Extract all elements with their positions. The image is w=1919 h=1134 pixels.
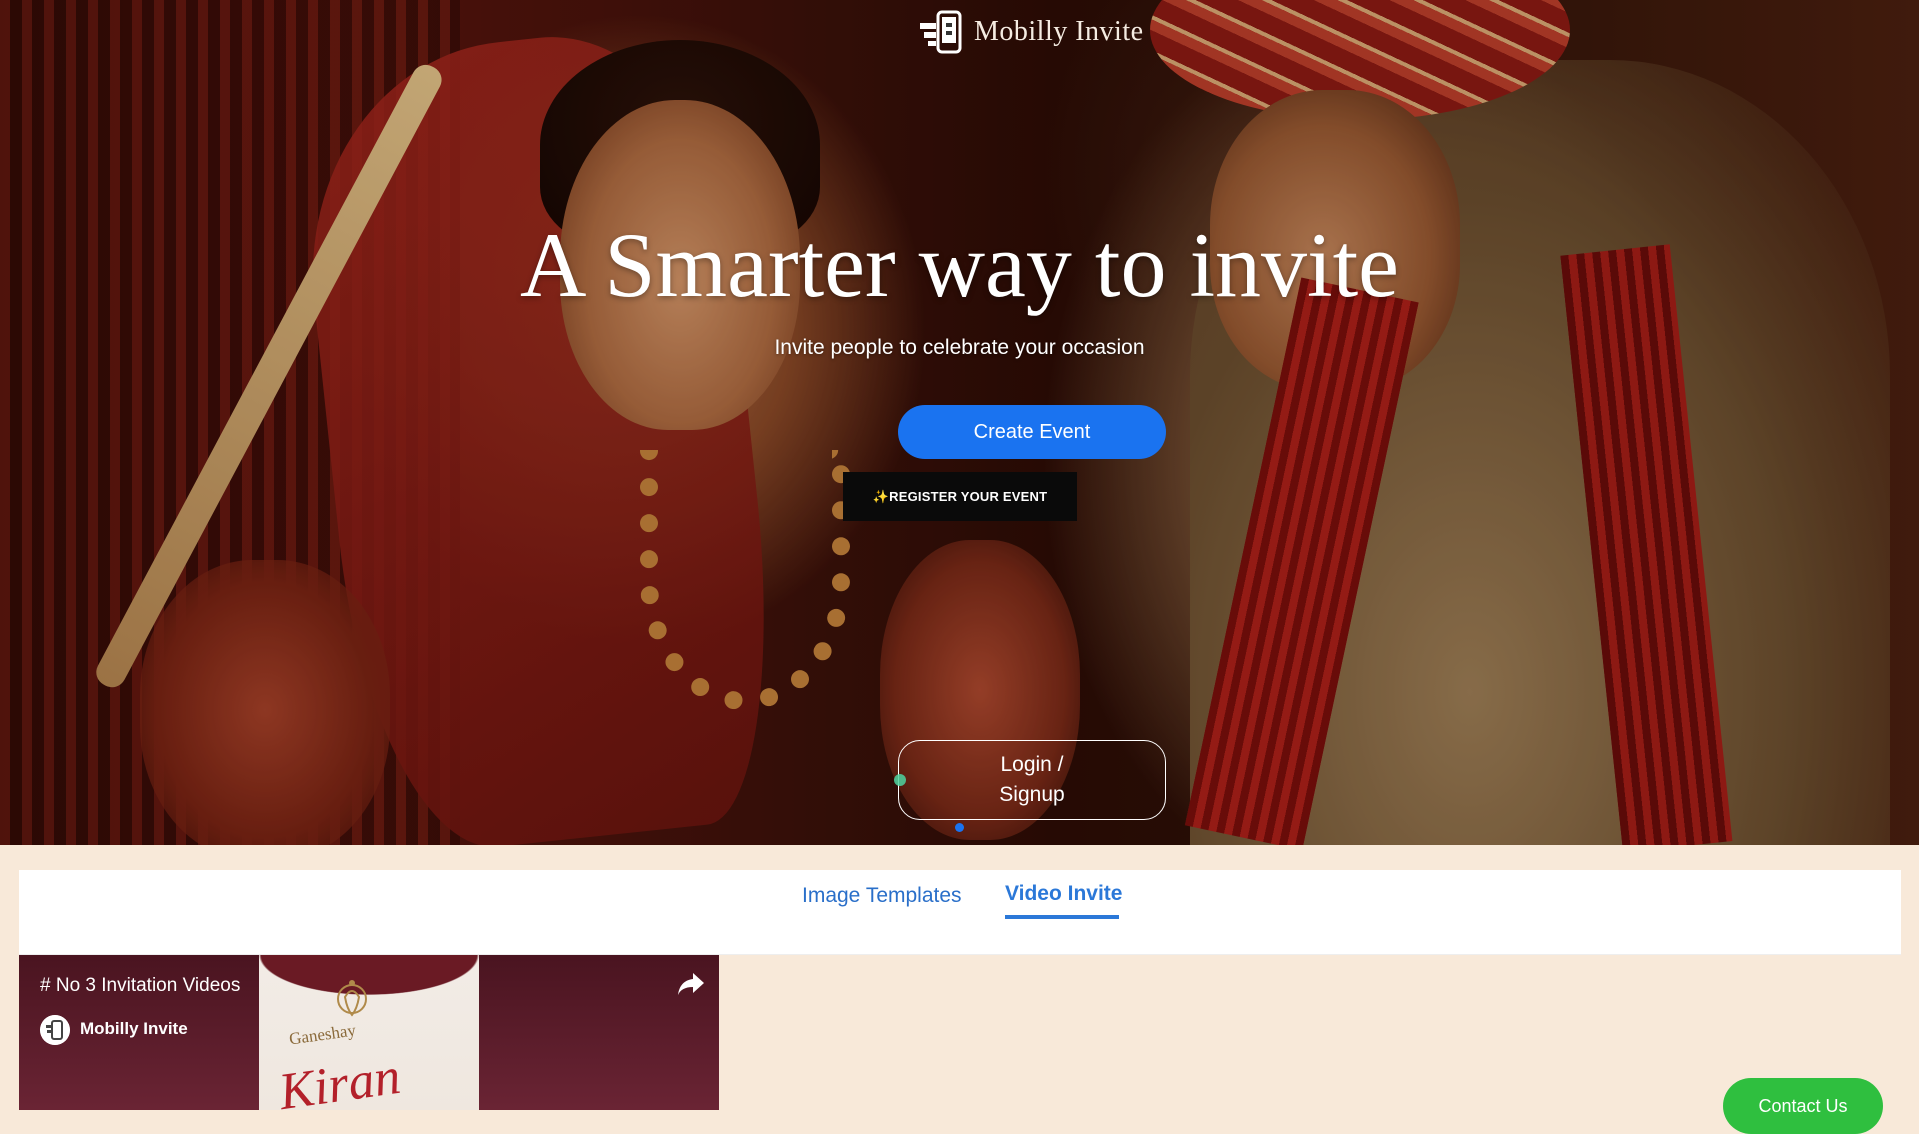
register-event-button[interactable]: ✨REGISTER YOUR EVENT xyxy=(843,472,1077,521)
thumbnail-text-ganeshay: Ganeshay xyxy=(287,1020,357,1049)
video-title[interactable]: # No 3 Invitation Videos xyxy=(40,975,240,997)
hero-headline: A Smarter way to invite xyxy=(520,214,1399,316)
contact-us-button[interactable]: Contact Us xyxy=(1723,1078,1883,1134)
create-event-button[interactable]: Create Event xyxy=(898,405,1166,459)
ganesh-icon xyxy=(337,980,367,1017)
channel-avatar[interactable] xyxy=(40,1015,70,1045)
active-tab-indicator xyxy=(1005,915,1119,919)
share-icon[interactable] xyxy=(677,971,705,997)
brand-logo[interactable]: Mobilly Invite xyxy=(918,6,1144,58)
carousel-indicator[interactable] xyxy=(955,823,964,832)
tab-image-templates[interactable]: Image Templates xyxy=(802,884,962,924)
login-signup-button[interactable]: Login / Signup xyxy=(898,740,1166,820)
logo-text: Mobilly Invite xyxy=(974,16,1144,47)
video-thumbnail: Ganeshay Kiran xyxy=(259,955,479,1110)
login-signup-label: Login / Signup xyxy=(999,753,1065,806)
logo-phone-icon xyxy=(920,10,962,54)
video-player[interactable]: Ganeshay Kiran # No 3 Invitation Videos … xyxy=(19,955,719,1110)
channel-name[interactable]: Mobilly Invite xyxy=(80,1019,188,1039)
decorative-dot xyxy=(894,774,906,786)
thumbnail-text-name: Kiran xyxy=(275,1047,404,1110)
hero-subheadline: Invite people to celebrate your occasion xyxy=(774,336,1145,359)
